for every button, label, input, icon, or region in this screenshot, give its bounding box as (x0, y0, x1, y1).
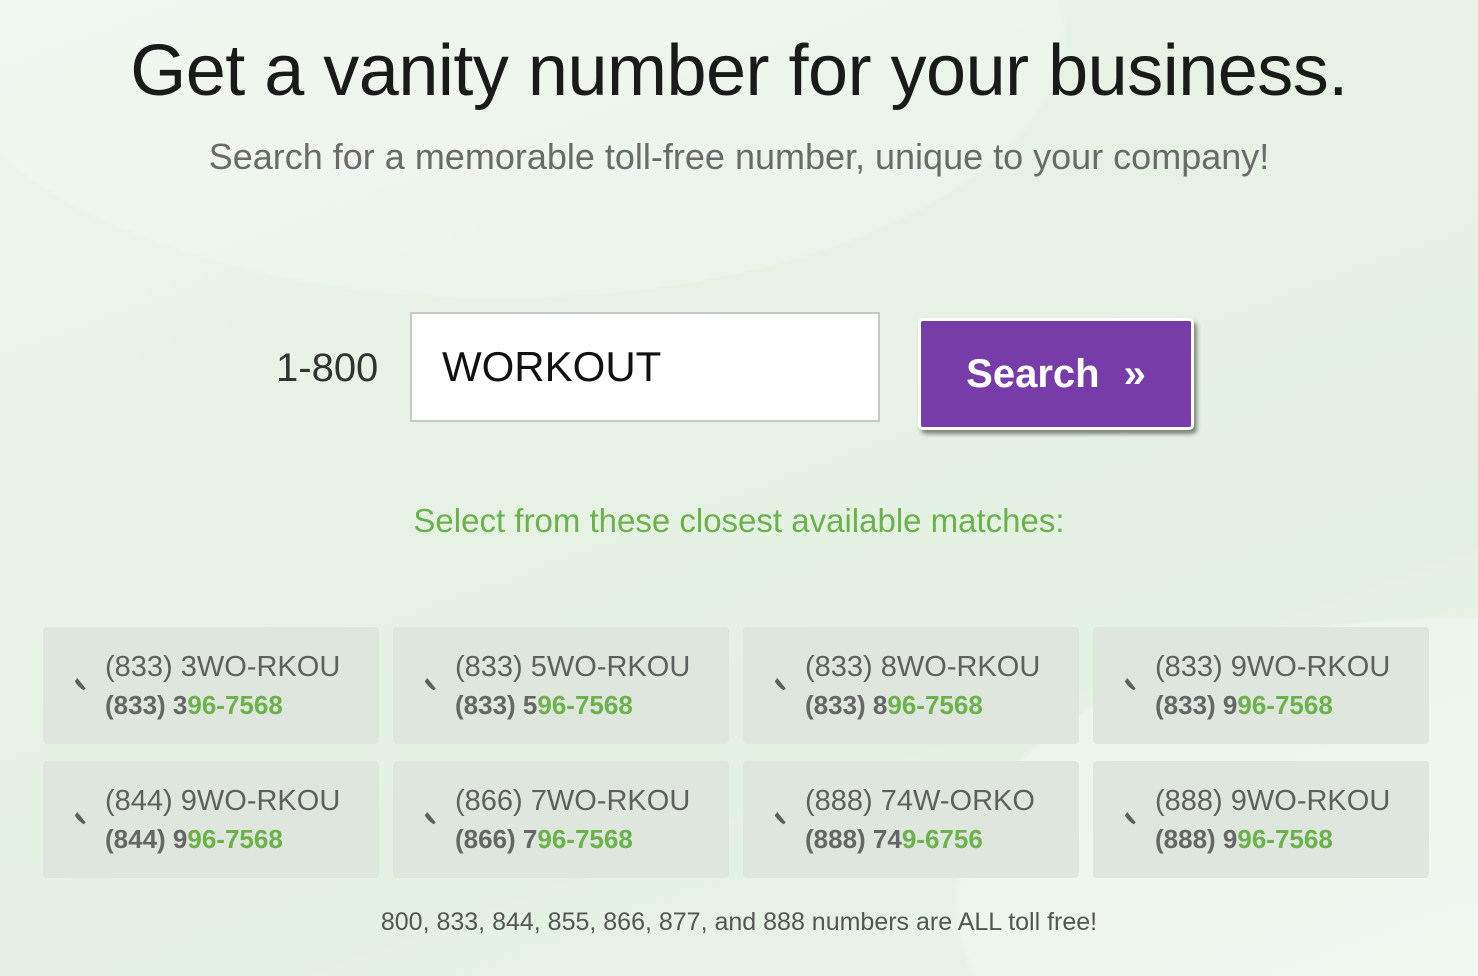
numeric-prefix: (833) 5 (455, 690, 538, 720)
numeric-number: (888) 996-7568 (1155, 824, 1333, 855)
numeric-prefix: (844) 9 (105, 824, 188, 854)
numeric-prefix: (888) 74 (805, 824, 902, 854)
numeric-prefix: (866) 7 (455, 824, 538, 854)
numeric-prefix: (833) 3 (105, 690, 188, 720)
numeric-number: (888) 749-6756 (805, 824, 983, 855)
number-card[interactable]: (844) 9WO-RKOU (844) 996-7568 (43, 761, 379, 878)
numeric-match: 96-7568 (537, 690, 633, 720)
toll-free-note: 800, 833, 844, 855, 866, 877, and 888 nu… (380, 908, 1098, 936)
phone-icon (773, 673, 786, 691)
page-subtitle: Search for a memorable toll-free number,… (208, 136, 1270, 177)
number-card[interactable]: (888) 74W-ORKO (888) 749-6756 (743, 761, 1079, 878)
vanity-number: (833) 9WO-RKOU (1155, 651, 1391, 683)
numeric-number: (833) 896-7568 (805, 690, 983, 721)
vanity-number: (833) 3WO-RKOU (105, 651, 341, 683)
number-card[interactable]: (866) 7WO-RKOU (866) 796-7568 (393, 761, 729, 878)
vanity-search-input[interactable] (410, 312, 880, 422)
numeric-match: 96-7568 (187, 690, 283, 720)
search-button-label: Search (966, 351, 1100, 396)
number-card[interactable]: (833) 9WO-RKOU (833) 996-7568 (1093, 627, 1429, 744)
vanity-number: (866) 7WO-RKOU (455, 785, 691, 817)
phone-icon (773, 807, 786, 825)
phone-icon (73, 807, 86, 825)
numeric-prefix: (833) 8 (805, 690, 888, 720)
results-grid: (833) 3WO-RKOU (833) 396-7568 (833) 5WO-… (43, 627, 1429, 878)
phone-icon (1123, 807, 1136, 825)
number-card[interactable]: (833) 3WO-RKOU (833) 396-7568 (43, 627, 379, 744)
number-card[interactable]: (833) 5WO-RKOU (833) 596-7568 (393, 627, 729, 744)
numeric-match: 9-6756 (901, 824, 983, 854)
vanity-number: (833) 5WO-RKOU (455, 651, 691, 683)
phone-icon (73, 673, 86, 691)
phone-icon (1123, 673, 1136, 691)
numeric-number: (866) 796-7568 (455, 824, 633, 855)
vanity-number: (833) 8WO-RKOU (805, 651, 1041, 683)
numeric-match: 96-7568 (1237, 690, 1333, 720)
search-button[interactable]: Search » (918, 318, 1194, 430)
numeric-match: 96-7568 (887, 690, 983, 720)
vanity-number: (844) 9WO-RKOU (105, 785, 341, 817)
page-title: Get a vanity number for your business. (130, 31, 1348, 111)
numeric-number: (833) 396-7568 (105, 690, 283, 721)
numeric-match: 96-7568 (537, 824, 633, 854)
phone-icon (423, 673, 436, 691)
number-prefix: 1-800 (276, 346, 379, 390)
number-card[interactable]: (833) 8WO-RKOU (833) 896-7568 (743, 627, 1079, 744)
numeric-number: (833) 596-7568 (455, 690, 633, 721)
numeric-match: 96-7568 (1237, 824, 1333, 854)
numeric-prefix: (888) 9 (1155, 824, 1238, 854)
vanity-number: (888) 9WO-RKOU (1155, 785, 1391, 817)
phone-icon (423, 807, 436, 825)
numeric-prefix: (833) 9 (1155, 690, 1238, 720)
numeric-number: (844) 996-7568 (105, 824, 283, 855)
number-card[interactable]: (888) 9WO-RKOU (888) 996-7568 (1093, 761, 1429, 878)
vanity-number: (888) 74W-ORKO (805, 785, 1035, 817)
numeric-match: 96-7568 (187, 824, 283, 854)
double-chevron-right-icon: » (1123, 351, 1146, 396)
numeric-number: (833) 996-7568 (1155, 690, 1333, 721)
matches-heading: Select from these closest available matc… (413, 502, 1065, 539)
